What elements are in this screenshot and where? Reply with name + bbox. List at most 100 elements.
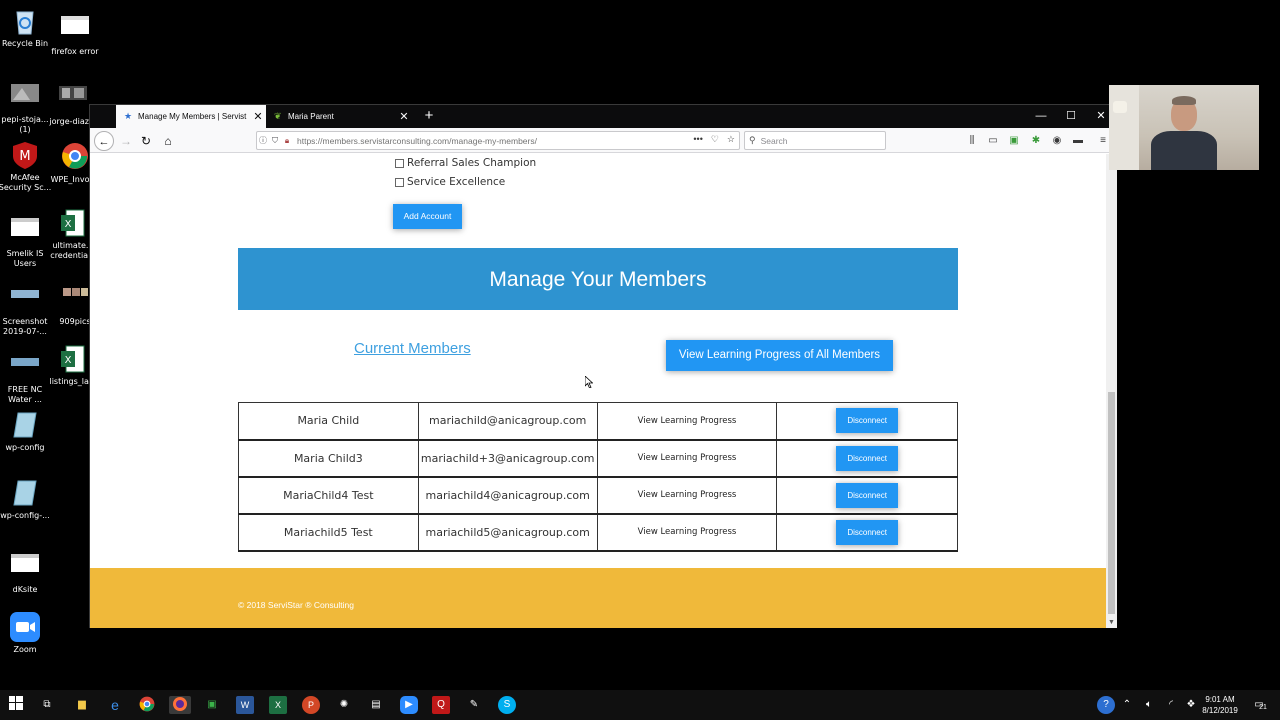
back-button[interactable]: ←	[94, 131, 114, 151]
checkbox[interactable]	[395, 177, 404, 187]
app-tools-icon[interactable]: ✎	[465, 696, 483, 714]
view-all-progress-button[interactable]: View Learning Progress of All Members	[666, 340, 893, 371]
excel-icon[interactable]: X	[269, 696, 287, 714]
scroll-down-icon[interactable]: ▼	[1106, 617, 1117, 628]
add-account-button[interactable]: Add Account	[393, 204, 462, 229]
tab-maria-parent[interactable]: ❦ Maria Parent ✕	[266, 105, 412, 128]
desktop-icon-zoom[interactable]: Zoom	[0, 612, 53, 655]
disconnect-button[interactable]: Disconnect	[836, 445, 899, 471]
member-email: mariachild5@anicagroup.com	[417, 513, 598, 551]
pocket-icon[interactable]: ♡	[711, 134, 719, 145]
sidebar-icon[interactable]: ▭	[985, 133, 1001, 149]
checkbox-referral-sales-champion[interactable]: Referral Sales Champion	[395, 157, 536, 169]
powerpoint-icon[interactable]: P	[302, 696, 320, 714]
extension-green-icon[interactable]: ▣	[1006, 133, 1022, 149]
zoom-icon[interactable]: ▶	[400, 696, 418, 714]
member-email: mariachild+3@anicagroup.com	[417, 439, 598, 477]
new-tab-button[interactable]: +	[420, 107, 438, 125]
view-learning-progress-link[interactable]: View Learning Progress	[596, 476, 778, 514]
chrome-icon[interactable]	[138, 696, 156, 714]
desktop-icon-wp-config-2[interactable]: wp-config-...	[0, 478, 53, 521]
info-icon[interactable]: ⓘ	[257, 135, 269, 146]
image-icon	[10, 82, 40, 112]
image-icon	[10, 352, 40, 382]
table-row: Maria Child mariachild@anicagroup.com Vi…	[238, 402, 958, 440]
mouse-cursor-icon	[585, 376, 593, 388]
page-actions-icon[interactable]: •••	[693, 134, 702, 145]
desktop-icon-dksite[interactable]: dKsite	[0, 552, 53, 595]
volume-icon[interactable]: 🔈︎	[1140, 696, 1158, 714]
desktop-icon-screenshot[interactable]: Screenshot 2019-07-...	[0, 284, 53, 337]
tab-strip: ★ Manage My Members | Servist ✕ ❦ Maria …	[90, 105, 1116, 128]
desktop-icon-wp-config[interactable]: wp-config	[0, 410, 53, 453]
document-icon	[60, 14, 90, 44]
manage-members-banner: Manage Your Members	[238, 248, 958, 310]
current-members-link[interactable]: Current Members	[354, 340, 471, 357]
app-red-icon[interactable]: Q	[432, 696, 450, 714]
page-viewport: Referral Sales Champion Service Excellen…	[90, 154, 1106, 628]
tab-manage-members[interactable]: ★ Manage My Members | Servist ✕	[116, 105, 266, 128]
help-icon[interactable]: ?	[1097, 696, 1115, 714]
page-scrollbar[interactable]: ▲ ▼	[1106, 154, 1117, 628]
library-icon[interactable]: ⫼	[964, 133, 980, 149]
app-screen-icon[interactable]: ▤	[367, 696, 385, 714]
recycle-bin-icon	[10, 6, 40, 36]
close-tab-icon[interactable]: ✕	[396, 110, 412, 123]
members-table: Maria Child mariachild@anicagroup.com Vi…	[238, 402, 958, 552]
table-row: MariaChild4 Test mariachild4@anicagroup.…	[238, 476, 958, 514]
desktop-icon-firefox-error[interactable]: firefox error	[47, 14, 103, 57]
search-bar[interactable]: ⚲ Search	[744, 131, 886, 150]
tracking-shield-icon[interactable]: ⛉	[269, 136, 281, 146]
app-green-icon[interactable]: ▣	[203, 696, 221, 714]
reload-button[interactable]: ↻	[136, 131, 156, 151]
app-colorwheel-icon[interactable]: ✺	[335, 696, 353, 714]
view-learning-progress-link[interactable]: View Learning Progress	[596, 513, 778, 551]
file-explorer-icon[interactable]: ▆	[73, 696, 91, 714]
image-icon	[10, 284, 40, 314]
extension-star-icon[interactable]: ✱	[1028, 133, 1044, 149]
checkbox[interactable]	[395, 158, 404, 168]
mcafee-icon: M	[10, 140, 40, 170]
document-icon	[10, 552, 40, 582]
home-button[interactable]: ⌂	[158, 131, 178, 151]
extension-lastpass-icon[interactable]: ▬	[1070, 133, 1086, 149]
scrollbar-thumb[interactable]	[1108, 392, 1115, 614]
firefox-icon[interactable]	[169, 696, 191, 714]
maximize-button[interactable]: ☐	[1056, 105, 1086, 128]
svg-text:X: X	[65, 355, 72, 366]
excel-icon: X	[58, 208, 88, 238]
word-icon[interactable]: W	[236, 696, 254, 714]
svg-text:X: X	[65, 219, 72, 230]
bookmark-star-icon[interactable]: ☆	[727, 134, 735, 145]
address-bar[interactable]: ⓘ ⛉ 🔒︎ https://members.servistarconsulti…	[256, 131, 740, 150]
member-name: Maria Child	[238, 402, 419, 440]
minimize-button[interactable]: —	[1026, 105, 1056, 128]
member-email: mariachild4@anicagroup.com	[417, 476, 598, 514]
extension-account-icon[interactable]: ◉	[1049, 133, 1065, 149]
show-hidden-icons-icon[interactable]: ⌃	[1118, 696, 1136, 714]
taskbar-clock[interactable]: 9:01 AM 8/12/2019	[1198, 694, 1242, 716]
view-learning-progress-link[interactable]: View Learning Progress	[596, 439, 778, 477]
edge-icon[interactable]: e	[106, 696, 124, 714]
site-footer: © 2018 ServiStar ® Consulting	[90, 568, 1106, 628]
member-name: MariaChild4 Test	[238, 476, 419, 514]
network-icon[interactable]: ◜	[1162, 696, 1180, 714]
skype-icon[interactable]: S	[498, 696, 516, 714]
task-view-icon[interactable]: ⧉	[38, 696, 56, 714]
disconnect-button[interactable]: Disconnect	[836, 408, 899, 434]
checkbox-service-excellence[interactable]: Service Excellence	[395, 176, 505, 188]
copyright-text: © 2018 ServiStar ® Consulting	[238, 600, 354, 610]
navigation-toolbar: ← → ↻ ⌂ ⓘ ⛉ 🔒︎ https://members.servistar…	[90, 128, 1116, 153]
search-icon: ⚲	[749, 135, 756, 145]
disconnect-button[interactable]: Disconnect	[836, 482, 899, 508]
view-learning-progress-link[interactable]: View Learning Progress	[596, 402, 778, 440]
lamp-icon	[1113, 101, 1127, 113]
desktop-icon-mcafee[interactable]: M McAfee Security Sc...	[0, 140, 53, 193]
insecure-lock-icon[interactable]: 🔒︎	[281, 136, 293, 146]
desktop-icon-recycle-bin[interactable]: Recycle Bin	[0, 6, 53, 49]
forward-button[interactable]: →	[116, 131, 136, 151]
firefox-window: ★ Manage My Members | Servist ✕ ❦ Maria …	[89, 104, 1117, 628]
start-button[interactable]	[7, 696, 25, 714]
close-tab-icon[interactable]: ✕	[250, 110, 266, 123]
disconnect-button[interactable]: Disconnect	[836, 519, 899, 545]
